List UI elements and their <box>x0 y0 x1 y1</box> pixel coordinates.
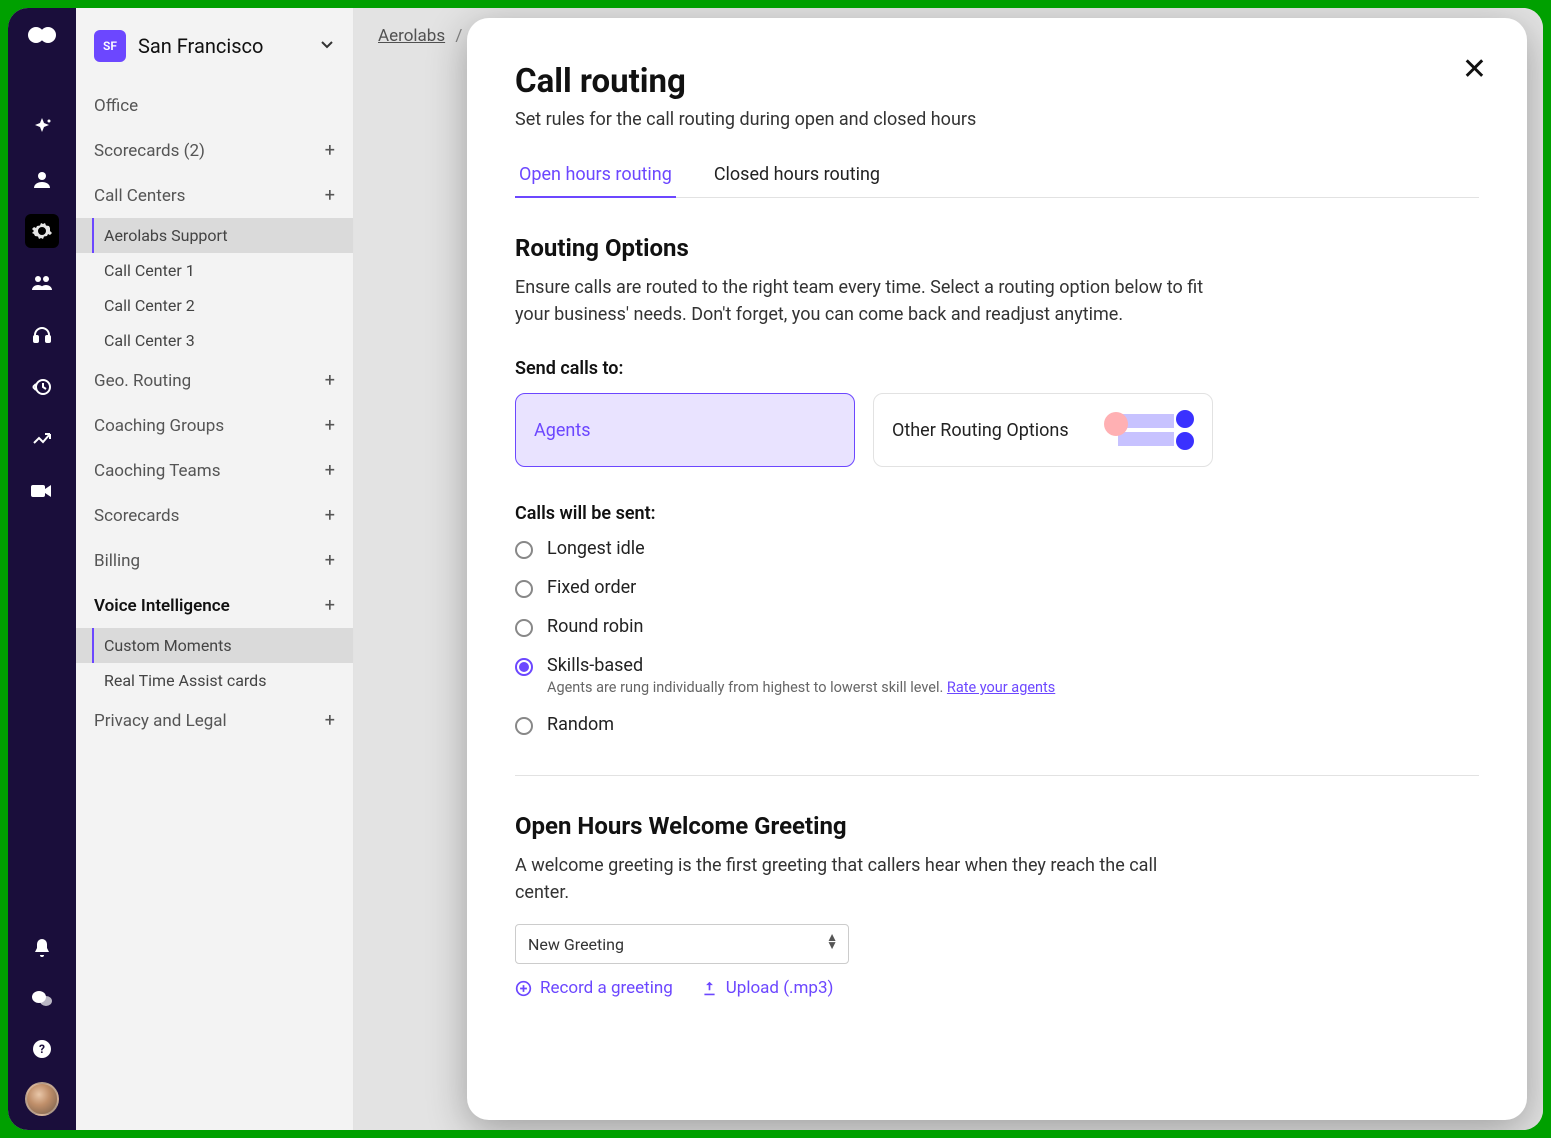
sidebar: SF San Francisco Office Scorecards (2) +… <box>76 8 354 1130</box>
nav-call-center-3[interactable]: Call Center 3 <box>76 323 353 358</box>
plus-icon[interactable]: + <box>325 140 335 161</box>
modal-subtitle: Set rules for the call routing during op… <box>515 109 1479 130</box>
sparkle-icon[interactable] <box>25 110 59 144</box>
nav-privacy-legal[interactable]: Privacy and Legal + <box>76 698 353 743</box>
close-icon[interactable]: ✕ <box>1462 52 1487 87</box>
calls-sent-label: Calls will be sent: <box>515 503 1479 524</box>
record-greeting-button[interactable]: Record a greeting <box>515 978 673 998</box>
call-routing-modal: ✕ Call routing Set rules for the call ro… <box>467 18 1527 1120</box>
plus-icon[interactable]: + <box>325 460 335 481</box>
routing-options-desc: Ensure calls are routed to the right tea… <box>515 274 1215 328</box>
radio-icon <box>515 619 533 637</box>
modal-tabs: Open hours routing Closed hours routing <box>515 156 1479 198</box>
radio-icon <box>515 580 533 598</box>
radio-fixed-order[interactable]: Fixed order <box>515 577 1479 598</box>
gear-icon[interactable] <box>25 214 59 248</box>
radio-skills-based[interactable]: Skills-based Agents are rung individuall… <box>515 655 1479 696</box>
greeting-desc: A welcome greeting is the first greeting… <box>515 852 1215 906</box>
chevron-down-icon <box>319 36 335 56</box>
radio-random[interactable]: Random <box>515 714 1479 735</box>
upload-icon <box>701 980 718 997</box>
radio-longest-idle[interactable]: Longest idle <box>515 538 1479 559</box>
nav-scorecards[interactable]: Scorecards + <box>76 493 353 538</box>
office-name: San Francisco <box>138 34 319 58</box>
greeting-heading: Open Hours Welcome Greeting <box>515 812 1479 840</box>
avatar[interactable] <box>25 1082 59 1116</box>
nav-rta-cards[interactable]: Real Time Assist cards <box>76 663 353 698</box>
radio-icon <box>515 541 533 559</box>
plus-icon[interactable]: + <box>325 370 335 391</box>
nav-call-center-2[interactable]: Call Center 2 <box>76 288 353 323</box>
nav-voice-intelligence[interactable]: Voice Intelligence + <box>76 583 353 628</box>
calls-sent-radio-group: Longest idle Fixed order Round robin Ski… <box>515 538 1479 735</box>
tab-open-hours[interactable]: Open hours routing <box>515 156 676 197</box>
plus-icon[interactable]: + <box>325 185 335 206</box>
radio-icon <box>515 717 533 735</box>
nav-billing[interactable]: Billing + <box>76 538 353 583</box>
plus-circle-icon <box>515 980 532 997</box>
user-icon[interactable] <box>25 162 59 196</box>
rate-agents-link[interactable]: Rate your agents <box>947 679 1055 696</box>
nav-coaching-groups[interactable]: Coaching Groups + <box>76 403 353 448</box>
svg-text:?: ? <box>39 1042 45 1056</box>
chat-icon[interactable] <box>25 982 59 1016</box>
tab-closed-hours[interactable]: Closed hours routing <box>710 156 884 197</box>
history-icon[interactable] <box>25 370 59 404</box>
nav-scorecards-2[interactable]: Scorecards (2) + <box>76 128 353 173</box>
routing-illustration-icon <box>1104 410 1194 450</box>
send-calls-to-label: Send calls to: <box>515 358 1479 379</box>
nav-custom-moments[interactable]: Custom Moments <box>76 628 353 663</box>
route-card-other[interactable]: Other Routing Options <box>873 393 1213 467</box>
app-logo[interactable] <box>28 22 56 52</box>
radio-icon <box>515 658 533 676</box>
video-icon[interactable] <box>25 474 59 508</box>
select-chevrons-icon: ▲▼ <box>826 933 838 950</box>
nav-geo-routing[interactable]: Geo. Routing + <box>76 358 353 403</box>
nav-coaching-teams[interactable]: Caoching Teams + <box>76 448 353 493</box>
headset-icon[interactable] <box>25 318 59 352</box>
plus-icon[interactable]: + <box>325 505 335 526</box>
plus-icon[interactable]: + <box>325 415 335 436</box>
office-selector[interactable]: SF San Francisco <box>76 20 353 84</box>
radio-round-robin[interactable]: Round robin <box>515 616 1479 637</box>
upload-mp3-button[interactable]: Upload (.mp3) <box>701 978 834 998</box>
bell-icon[interactable] <box>25 932 59 966</box>
nav-aerolabs-support[interactable]: Aerolabs Support <box>76 218 353 253</box>
routing-options-heading: Routing Options <box>515 234 1479 262</box>
plus-icon[interactable]: + <box>325 595 335 616</box>
plus-icon[interactable]: + <box>325 550 335 571</box>
icon-rail: ? <box>8 8 76 1130</box>
app-window: ? SF San Francisco Office Scorecards (2)… <box>8 8 1543 1130</box>
people-icon[interactable] <box>25 266 59 300</box>
radio-desc: Agents are rung individually from highes… <box>547 679 1055 696</box>
trending-icon[interactable] <box>25 422 59 456</box>
help-icon[interactable]: ? <box>25 1032 59 1066</box>
plus-icon[interactable]: + <box>325 710 335 731</box>
greeting-select[interactable]: New Greeting ▲▼ <box>515 924 849 964</box>
nav-call-center-1[interactable]: Call Center 1 <box>76 253 353 288</box>
office-badge: SF <box>94 30 126 62</box>
modal-title: Call routing <box>515 62 1479 101</box>
nav-office[interactable]: Office <box>76 84 353 128</box>
route-card-agents[interactable]: Agents <box>515 393 855 467</box>
divider <box>515 775 1479 776</box>
nav-call-centers[interactable]: Call Centers + <box>76 173 353 218</box>
